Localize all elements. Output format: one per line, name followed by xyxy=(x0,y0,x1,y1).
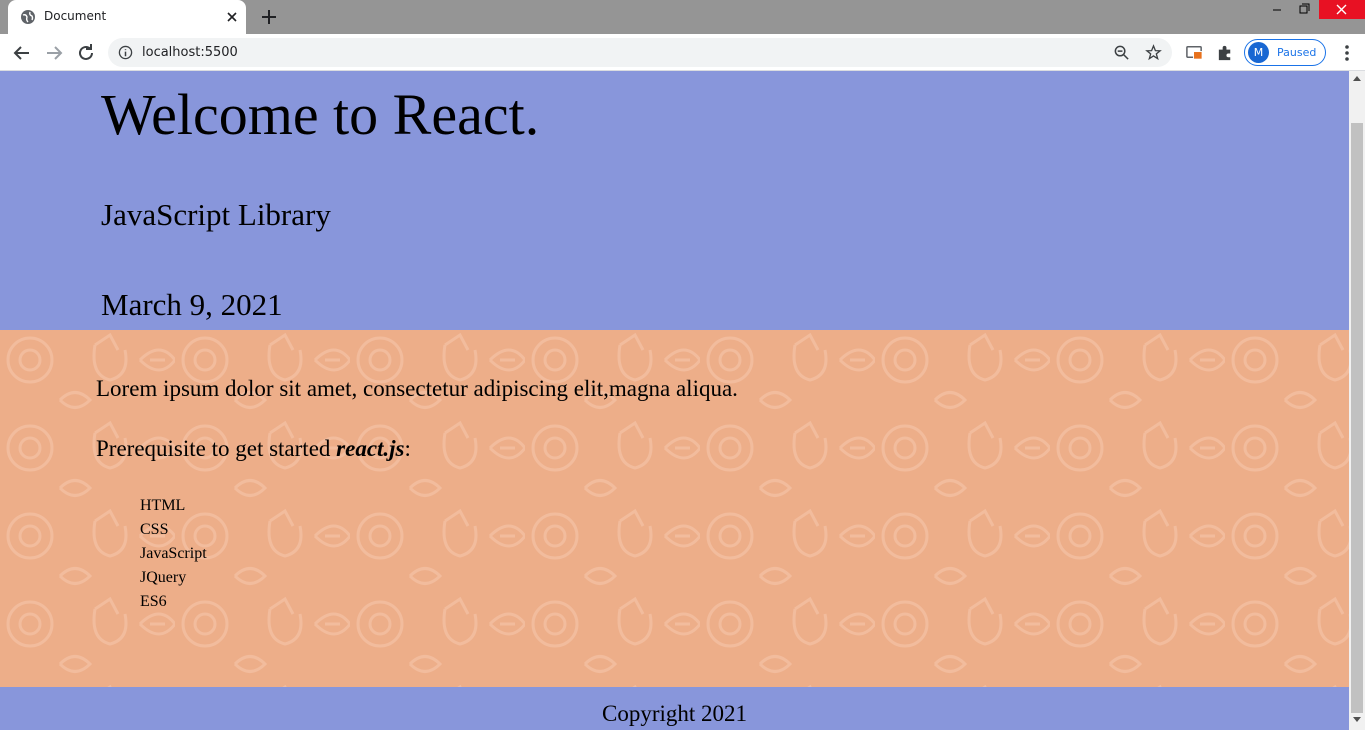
vertical-scrollbar[interactable] xyxy=(1349,71,1365,730)
prerequisite-text: Prerequisite to get started xyxy=(96,436,337,461)
prerequisite-emphasis: react.js xyxy=(336,436,405,461)
cast-icon[interactable] xyxy=(1185,43,1204,62)
arrow-right-icon[interactable] xyxy=(42,41,66,65)
list-item: ES6 xyxy=(140,593,167,610)
browser-toolbar: localhost:5500 M Paused xyxy=(0,34,1365,71)
list-item: HTML xyxy=(140,497,186,514)
prerequisite-paragraph: Prerequisite to get started react.js: xyxy=(96,436,411,462)
list-item: JQuery xyxy=(140,569,187,586)
tab-strip: Document xyxy=(0,0,1365,34)
zoom-out-icon[interactable] xyxy=(1113,44,1130,61)
profile-status: Paused xyxy=(1277,46,1317,59)
list-item: JavaScript xyxy=(140,545,207,562)
info-icon[interactable] xyxy=(118,45,133,60)
browser-tab[interactable]: Document xyxy=(8,0,246,34)
reload-icon[interactable] xyxy=(74,41,98,65)
page-title: Welcome to React. xyxy=(101,82,540,147)
address-bar[interactable]: localhost:5500 xyxy=(108,38,1172,67)
page-viewport[interactable]: Welcome to React. JavaScript Library Mar… xyxy=(0,71,1349,730)
scroll-down-arrow-icon[interactable] xyxy=(1353,715,1361,723)
close-icon[interactable] xyxy=(224,9,240,25)
star-icon[interactable] xyxy=(1145,44,1162,61)
intro-paragraph: Lorem ipsum dolor sit amet, consectetur … xyxy=(96,376,738,401)
list-item: CSS xyxy=(140,521,169,538)
prerequisite-suffix: : xyxy=(404,436,411,461)
url-text[interactable]: localhost:5500 xyxy=(142,45,238,60)
tab-title: Document xyxy=(44,9,107,23)
puzzle-icon[interactable] xyxy=(1216,43,1235,62)
avatar: M xyxy=(1248,42,1269,63)
page-date: March 9, 2021 xyxy=(101,287,283,322)
main-content: Lorem ipsum dolor sit amet, consectetur … xyxy=(0,330,1349,687)
page-footer: Copyright 2021 xyxy=(0,687,1349,730)
kebab-menu-icon[interactable] xyxy=(1338,43,1356,63)
window-close-icon[interactable] xyxy=(1319,0,1365,19)
arrow-left-icon[interactable] xyxy=(10,41,34,65)
scroll-up-arrow-icon[interactable] xyxy=(1353,75,1361,83)
page-subtitle: JavaScript Library xyxy=(101,197,331,232)
prerequisite-list: HTML CSS JavaScript JQuery ES6 xyxy=(140,494,207,614)
globe-icon xyxy=(21,10,35,24)
profile-button[interactable]: M Paused xyxy=(1244,39,1326,66)
scrollbar-thumb[interactable] xyxy=(1351,123,1363,713)
page-header: Welcome to React. JavaScript Library Mar… xyxy=(0,71,1349,330)
plus-icon[interactable] xyxy=(259,7,279,27)
copyright-text: Copyright 2021 xyxy=(601,701,748,726)
